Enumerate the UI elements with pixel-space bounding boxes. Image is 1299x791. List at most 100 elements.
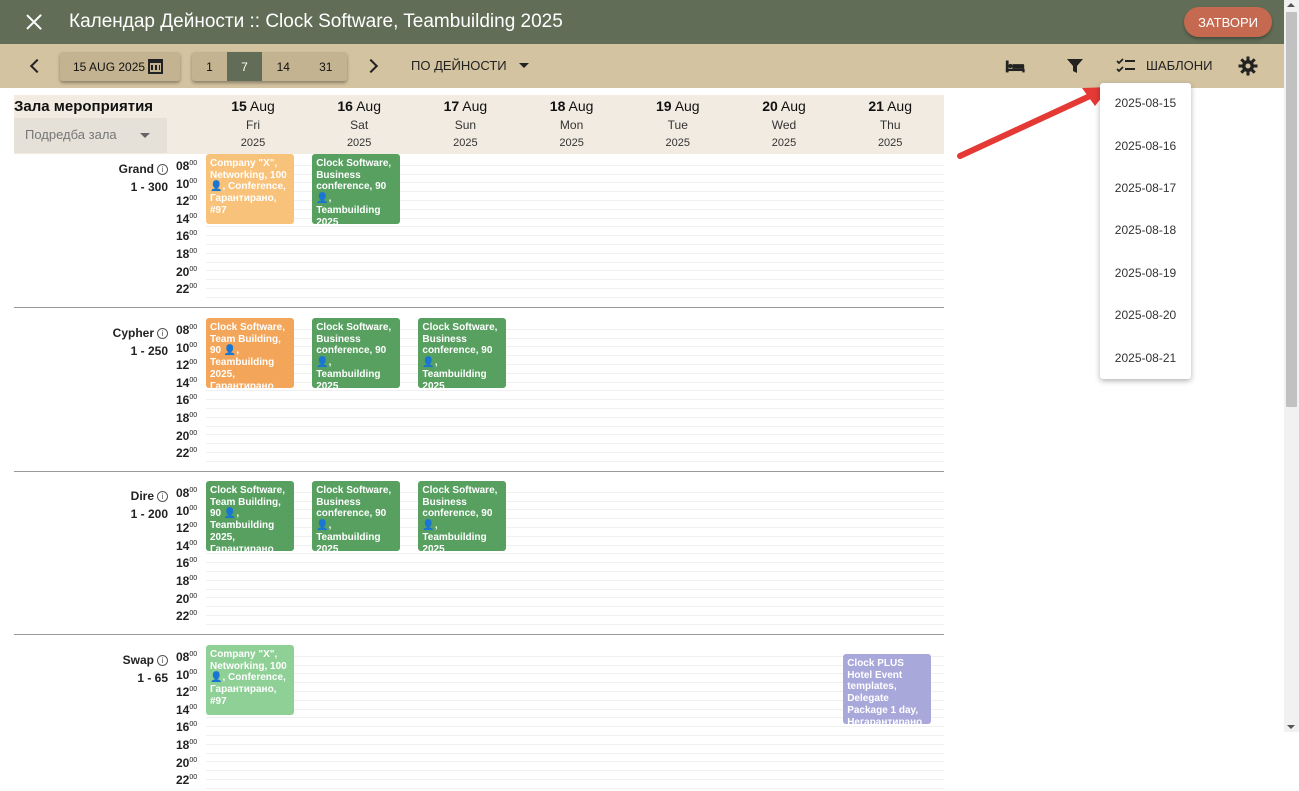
day-month: Aug — [462, 98, 488, 114]
filter-icon[interactable] — [1066, 56, 1084, 76]
day-year: 2025 — [877, 137, 903, 149]
scrollbar-thumb[interactable] — [1286, 12, 1297, 407]
caret-down-icon — [518, 63, 529, 68]
day-of-week: Wed — [771, 118, 797, 132]
close-button[interactable]: ЗАТВОРИ — [1184, 7, 1272, 37]
day-year: 2025 — [346, 137, 372, 149]
hall-name: Cypher i — [113, 326, 168, 340]
annotation-arrow-icon — [957, 87, 1110, 159]
day-date: 21 Aug — [837, 98, 943, 114]
hour-label: 1200 — [176, 194, 198, 209]
event-card[interactable]: Clock Software, Business conference, 90 … — [312, 481, 401, 551]
day-month: Aug — [568, 98, 594, 114]
hour-label: 1200 — [176, 685, 198, 700]
info-icon[interactable]: i — [157, 328, 168, 339]
hour-label: 1400 — [176, 375, 198, 390]
day-year: 2025 — [771, 137, 797, 149]
close-icon[interactable] — [22, 10, 46, 34]
day-of-week: Sun — [454, 118, 477, 132]
day-of-week: Sat — [350, 118, 369, 132]
template-date-item[interactable]: 2025-08-18 — [1100, 209, 1191, 251]
event-card[interactable]: Clock Software, Team Building, 90 👤, Tea… — [206, 318, 294, 388]
event-card[interactable]: Clock Software, Business conference, 90 … — [418, 318, 507, 388]
day-of-week: Thu — [879, 118, 901, 132]
day-number: 21 — [868, 98, 884, 114]
hall-capacity: 1 - 65 — [137, 671, 168, 685]
day-header: 20 Aug Wed 2025 — [731, 98, 837, 149]
date-label: 15 AUG 2025 — [73, 59, 146, 74]
settings-gear-icon[interactable] — [1238, 56, 1258, 76]
hour-label: 2200 — [176, 609, 198, 624]
hour-label: 1000 — [176, 503, 198, 518]
template-date-item[interactable]: 2025-08-19 — [1100, 252, 1191, 294]
vertical-scrollbar[interactable] — [1284, 0, 1299, 732]
hour-label: 2200 — [176, 773, 198, 788]
event-card[interactable]: Clock Software, Business conference, 90 … — [418, 481, 507, 551]
template-date-item[interactable]: 2025-08-21 — [1100, 336, 1191, 378]
info-icon[interactable]: i — [157, 491, 168, 502]
range-31-button[interactable]: 31 — [305, 52, 348, 81]
event-card[interactable]: Clock Software, Team Building, 90 👤, Tea… — [206, 481, 294, 551]
hall-layout-select[interactable]: Подредба зала — [14, 118, 167, 153]
date-picker-button[interactable]: 15 AUG 2025 — [60, 52, 180, 81]
hour-label: 1800 — [176, 737, 198, 752]
day-header: 21 Aug Thu 2025 — [837, 98, 943, 149]
time-grid[interactable] — [206, 648, 944, 789]
hour-label: 0800 — [176, 323, 198, 337]
day-header: 15 Aug Fri 2025 — [200, 98, 306, 149]
hall-row: Dire i 1 - 200 0800 1000 1200 1400 1600 1800 2000… — [14, 481, 944, 635]
group-by-dropdown[interactable]: ПО ДЕЙНОСТИ — [411, 58, 529, 73]
hour-label: 1000 — [176, 667, 198, 682]
day-of-week: Tue — [667, 118, 688, 132]
hour-label: 2000 — [176, 428, 198, 443]
hour-label: 1400 — [176, 211, 198, 226]
next-icon[interactable] — [362, 56, 382, 76]
info-icon[interactable]: i — [157, 655, 168, 666]
bed-icon[interactable] — [1004, 56, 1026, 76]
hall-layout-placeholder: Подредба зала — [25, 127, 117, 142]
checklist-icon[interactable] — [1116, 56, 1136, 76]
event-card[interactable]: Clock Software, Business conference, 90 … — [312, 154, 401, 224]
template-date-item[interactable]: 2025-08-20 — [1100, 294, 1191, 336]
hour-labels: 0800 1000 1200 1400 1600 1800 2000 2200 — [176, 159, 204, 300]
day-month: Aug — [780, 98, 806, 114]
hour-label: 1200 — [176, 358, 198, 373]
templates-button[interactable]: ШАБЛОНИ — [1146, 58, 1213, 73]
template-date-item[interactable]: 2025-08-15 — [1100, 82, 1191, 124]
hour-label: 2000 — [176, 755, 198, 770]
info-icon[interactable]: i — [157, 164, 168, 175]
hall-row: Swap i 1 - 65 0800 1000 1200 1400 1600 1800 2000 2… — [14, 645, 944, 789]
hour-label: 1600 — [176, 720, 198, 735]
event-card[interactable]: Clock Software, Business conference, 90 … — [312, 318, 401, 388]
range-7-button[interactable]: 7 — [227, 52, 262, 81]
day-month: Aug — [356, 98, 381, 114]
event-card[interactable]: Company "X", Networking, 100 👤, Conferen… — [206, 154, 294, 224]
hour-label: 1000 — [176, 176, 198, 191]
day-date: 19 Aug — [625, 98, 731, 114]
previous-icon[interactable] — [24, 56, 44, 76]
day-date: 15 Aug — [200, 98, 306, 114]
hour-label: 2000 — [176, 264, 198, 279]
day-header: 18 Aug Mon 2025 — [519, 98, 625, 149]
event-card[interactable]: Company "X", Networking, 100 👤, Conferen… — [206, 645, 294, 715]
day-of-week: Fri — [246, 118, 260, 132]
day-year: 2025 — [240, 137, 266, 149]
day-number: 15 — [231, 98, 247, 114]
event-card[interactable]: Clock PLUS Hotel Event templates, Delega… — [843, 654, 932, 724]
page-title: Календар Дейности :: Clock Software, Tea… — [69, 11, 563, 32]
hour-label: 0800 — [176, 650, 198, 664]
template-date-item[interactable]: 2025-08-17 — [1100, 167, 1191, 209]
hour-label: 2000 — [176, 591, 198, 606]
template-date-item[interactable]: 2025-08-16 — [1100, 124, 1191, 166]
hall-row: Cypher i 1 - 250 0800 1000 1200 1400 1600 1800 20… — [14, 318, 944, 472]
scroll-up-icon[interactable] — [1287, 3, 1295, 7]
templates-dropdown-menu: 2025-08-15 2025-08-16 2025-08-17 2025-08… — [1100, 83, 1191, 379]
day-number: 19 — [655, 98, 672, 114]
range-14-button[interactable]: 14 — [262, 52, 305, 81]
hour-labels: 0800 1000 1200 1400 1600 1800 2000 2200 — [176, 486, 204, 627]
scroll-down-icon[interactable] — [1287, 725, 1295, 729]
range-selector: 1 7 14 31 — [192, 52, 347, 81]
range-1-button[interactable]: 1 — [192, 52, 227, 81]
day-year: 2025 — [559, 137, 584, 149]
day-month: Aug — [249, 98, 275, 114]
